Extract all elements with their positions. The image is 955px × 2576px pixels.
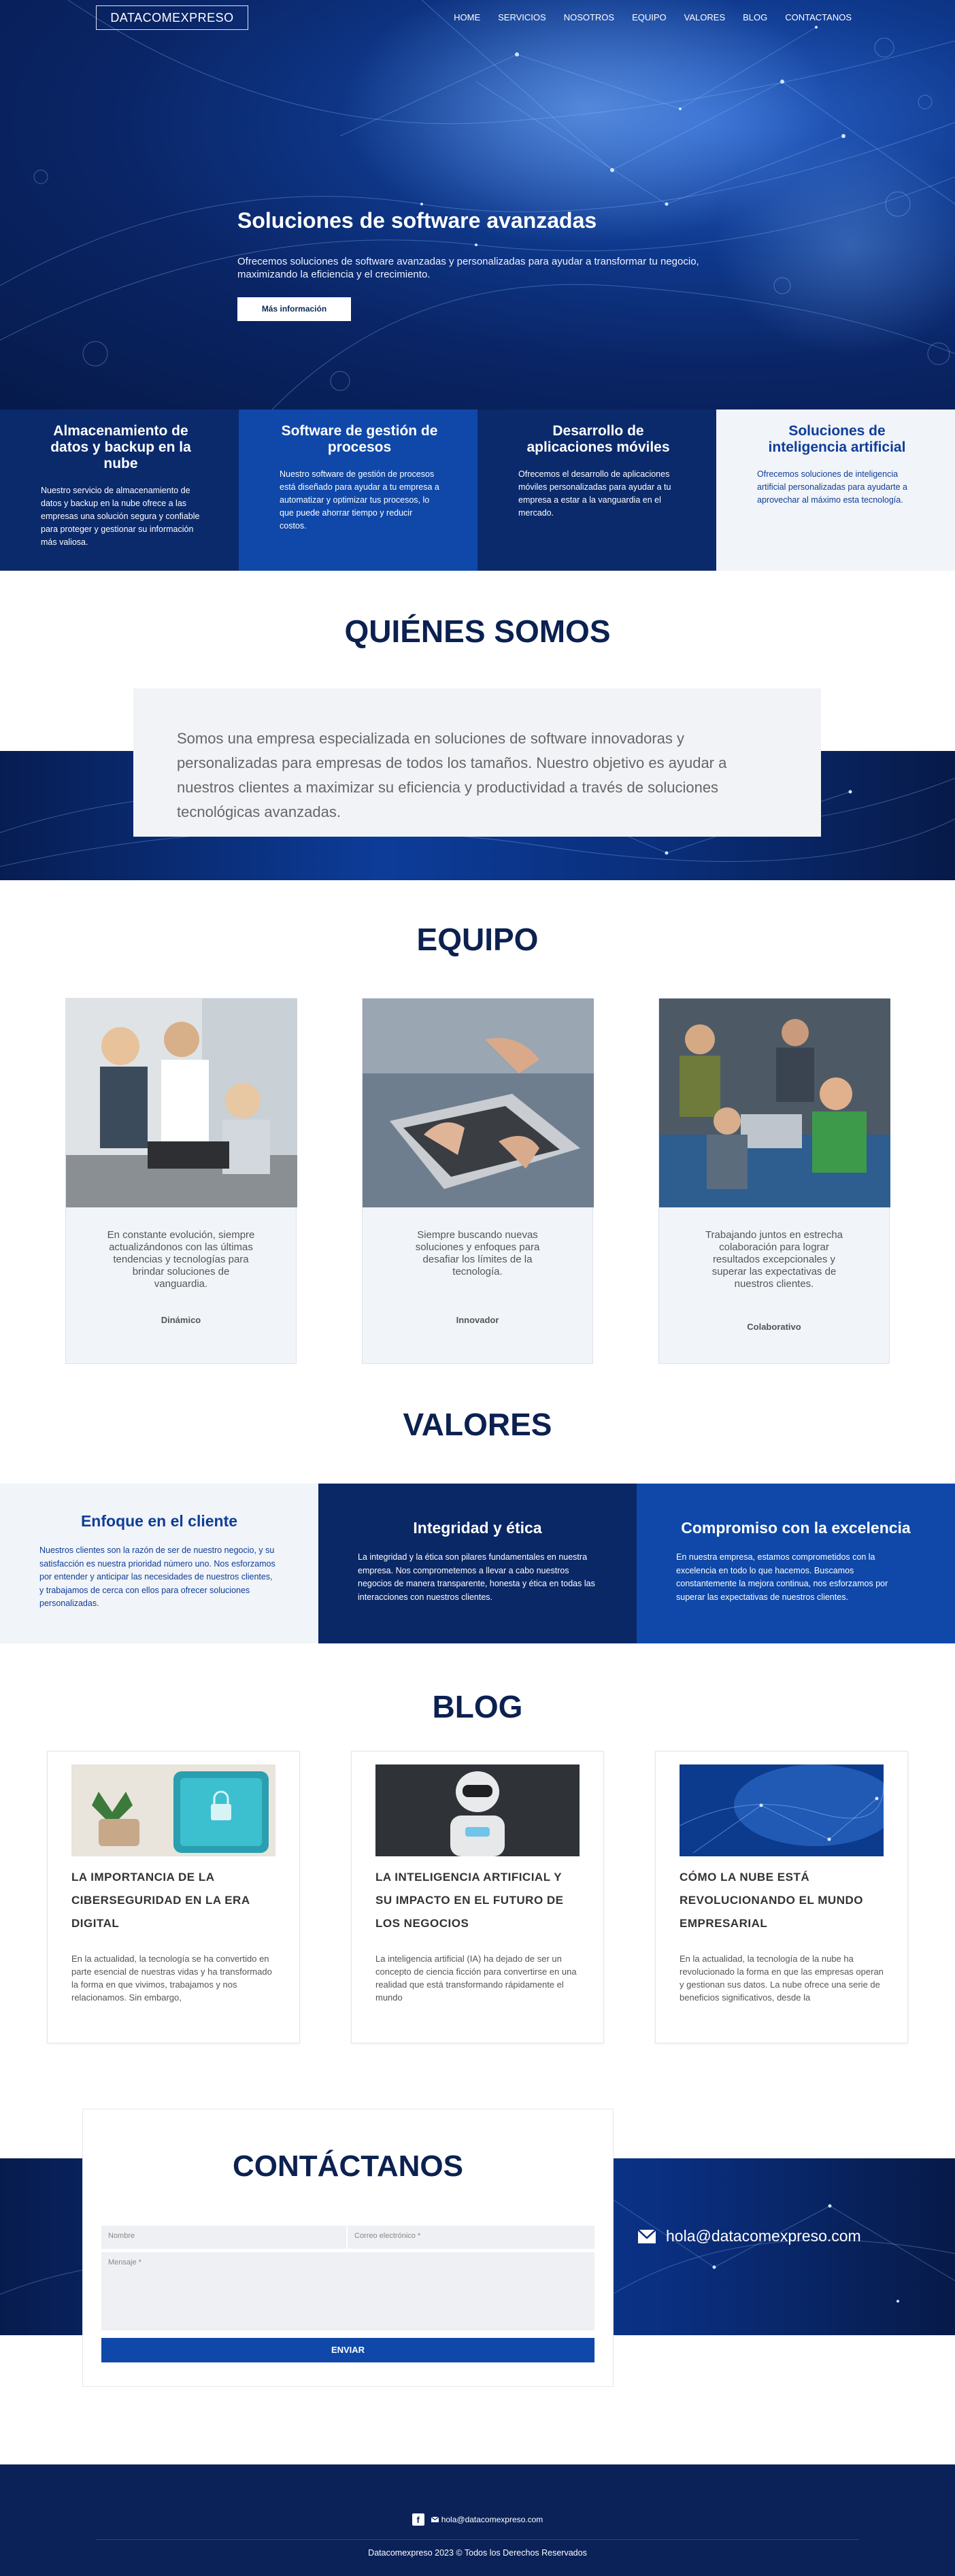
blog-post-card[interactable]: CÓMO LA NUBE ESTÁ REVOLUCIONANDO EL MUND… (655, 1751, 908, 2043)
team-card-colaborativo: Trabajando juntos en estrecha colaboraci… (658, 998, 890, 1364)
team-text: Siempre buscando nuevas soluciones y enf… (415, 1229, 540, 1277)
post-image-cybersecurity (71, 1764, 275, 1856)
nav-home[interactable]: HOME (454, 12, 480, 22)
team-card-innovador: Siempre buscando nuevas soluciones y enf… (362, 998, 594, 1364)
service-cloud-storage: Almacenamiento de datos y backup en la n… (0, 409, 239, 571)
blog-title: BLOG (432, 1689, 523, 1724)
top-navigation: DATACOMEXPRESO HOME SERVICIOS NOSOTROS E… (0, 0, 955, 35)
contact-email-text: hola@datacomexpreso.com (666, 2227, 861, 2245)
team-section: EQUIPO En constante evolución, siempre a… (0, 880, 955, 1365)
contact-email[interactable]: hola@datacomexpreso.com (637, 2227, 861, 2245)
hero-content: Soluciones de software avanzadas Ofrecem… (237, 208, 754, 321)
about-text: Somos una empresa especializada en soluc… (177, 730, 727, 820)
message-field[interactable]: Mensaje * (101, 2252, 594, 2330)
nav-equipo[interactable]: EQUIPO (632, 12, 667, 22)
value-customer-focus: Enfoque en el cliente Nuestros clientes … (0, 1484, 318, 1643)
about-text-box: Somos una empresa especializada en soluc… (133, 688, 821, 837)
values-title: VALORES (403, 1407, 552, 1442)
post-excerpt: En la actualidad, la tecnología de la nu… (680, 1954, 884, 2003)
post-image-robot (375, 1764, 580, 1856)
about-title: QUIÉNES SOMOS (344, 614, 611, 649)
service-title: Software de gestión de procesos (281, 423, 438, 455)
nav-contactanos[interactable]: CONTACTANOS (785, 12, 852, 22)
team-photo-meeting (66, 999, 297, 1207)
service-title: Soluciones de inteligencia artificial (768, 423, 906, 455)
team-card-dinamico: En constante evolución, siempre actualiz… (65, 998, 297, 1364)
blog-section: BLOG LA IMPORTANCIA DE LA CIBERSEGURIDAD… (0, 1636, 955, 2105)
team-photo-laptop (363, 999, 594, 1207)
contact-form-card: CONTÁCTANOS Nombre Correo electrónico * … (82, 2109, 614, 2387)
values-section: VALORES Enfoque en el cliente Nuestros c… (0, 1365, 955, 1643)
service-title: Almacenamiento de datos y backup en la n… (50, 423, 191, 471)
hero-subtitle: Ofrecemos soluciones de software avanzad… (237, 256, 699, 280)
post-image-cloud (680, 1764, 884, 1856)
team-label: Innovador (456, 1315, 499, 1325)
copyright: Datacomexpreso 2023 © Todos los Derechos… (368, 2548, 587, 2558)
send-button[interactable]: ENVIAR (101, 2338, 594, 2362)
team-label: Dinámico (161, 1315, 201, 1325)
post-excerpt: En la actualidad, la tecnología se ha co… (71, 1954, 272, 2003)
values-row: Enfoque en el cliente Nuestros clientes … (0, 1484, 955, 1643)
value-title: Enfoque en el cliente (80, 1512, 238, 1530)
post-title[interactable]: LA INTELIGENCIA ARTIFICIAL Y SU IMPACTO … (375, 1866, 580, 1935)
post-title[interactable]: LA IMPORTANCIA DE LA CIBERSEGURIDAD EN L… (71, 1866, 275, 1935)
team-title: EQUIPO (416, 922, 539, 957)
envelope-icon (637, 2228, 656, 2243)
service-title: Desarrollo de aplicaciones móviles (526, 423, 670, 455)
footer-links: f hola@datacomexpreso.com (0, 2513, 955, 2526)
nav-servicios[interactable]: SERVICIOS (498, 12, 546, 22)
service-text: Nuestro servicio de almacenamiento de da… (41, 486, 200, 547)
footer-email-text: hola@datacomexpreso.com (441, 2515, 543, 2524)
about-section: QUIÉNES SOMOS Somos una empresa especial… (0, 571, 955, 880)
blog-post-card[interactable]: LA IMPORTANCIA DE LA CIBERSEGURIDAD EN L… (47, 1751, 300, 2043)
service-text: Ofrecemos el desarrollo de aplicaciones … (518, 469, 671, 518)
team-text: En constante evolución, siempre actualiz… (107, 1229, 255, 1290)
email-field[interactable]: Correo electrónico * (348, 2226, 594, 2249)
footer-divider (96, 2539, 859, 2540)
network-background (0, 0, 955, 409)
service-mobile-apps: Desarrollo de aplicaciones móviles Ofrec… (478, 409, 716, 571)
value-excellence: Compromiso con la excelencia En nuestra … (637, 1484, 955, 1643)
value-title: Compromiso con la excelencia (681, 1519, 911, 1537)
footer: f hola@datacomexpreso.com Datacomexpreso… (0, 2464, 955, 2576)
service-text: Ofrecemos soluciones de inteligencia art… (757, 469, 907, 505)
nav-valores[interactable]: VALORES (684, 12, 725, 22)
footer-email-link[interactable]: hola@datacomexpreso.com (431, 2515, 543, 2524)
envelope-icon (431, 2517, 439, 2522)
post-excerpt: La inteligencia artificial (IA) ha dejad… (375, 1954, 577, 2003)
value-text: La integridad y la ética son pilares fun… (358, 1552, 595, 1602)
more-info-button[interactable]: Más información (237, 297, 351, 321)
service-ai: Soluciones de inteligencia artificial Of… (716, 409, 955, 571)
team-text: Trabajando juntos en estrecha colaboraci… (705, 1229, 843, 1290)
contact-title: CONTÁCTANOS (233, 2150, 463, 2183)
service-text: Nuestro software de gestión de procesos … (280, 469, 439, 531)
value-integrity: Integridad y ética La integridad y la ét… (318, 1484, 637, 1643)
team-label: Colaborativo (747, 1322, 801, 1332)
blog-post-card[interactable]: LA INTELIGENCIA ARTIFICIAL Y SU IMPACTO … (351, 1751, 604, 2043)
nav-nosotros[interactable]: NOSOTROS (564, 12, 614, 22)
service-process-software: Software de gestión de procesos Nuestro … (239, 409, 478, 571)
name-field[interactable]: Nombre (101, 2226, 346, 2249)
facebook-icon[interactable]: f (412, 2513, 424, 2526)
value-text: En nuestra empresa, estamos comprometido… (676, 1552, 888, 1602)
team-photo-group (659, 999, 890, 1207)
value-title: Integridad y ética (413, 1519, 542, 1537)
value-text: Nuestros clientes son la razón de ser de… (39, 1545, 275, 1608)
contact-section: CONTÁCTANOS Nombre Correo electrónico * … (0, 2105, 955, 2464)
post-title[interactable]: CÓMO LA NUBE ESTÁ REVOLUCIONANDO EL MUND… (680, 1866, 884, 1935)
services-section: Almacenamiento de datos y backup en la n… (0, 409, 955, 571)
main-menu: HOME SERVICIOS NOSOTROS EQUIPO VALORES B… (454, 12, 852, 22)
hero-title: Soluciones de software avanzadas (237, 208, 597, 233)
nav-blog[interactable]: BLOG (743, 12, 767, 22)
site-logo[interactable]: DATACOMEXPRESO (96, 5, 248, 30)
hero-section: DATACOMEXPRESO HOME SERVICIOS NOSOTROS E… (0, 0, 955, 409)
